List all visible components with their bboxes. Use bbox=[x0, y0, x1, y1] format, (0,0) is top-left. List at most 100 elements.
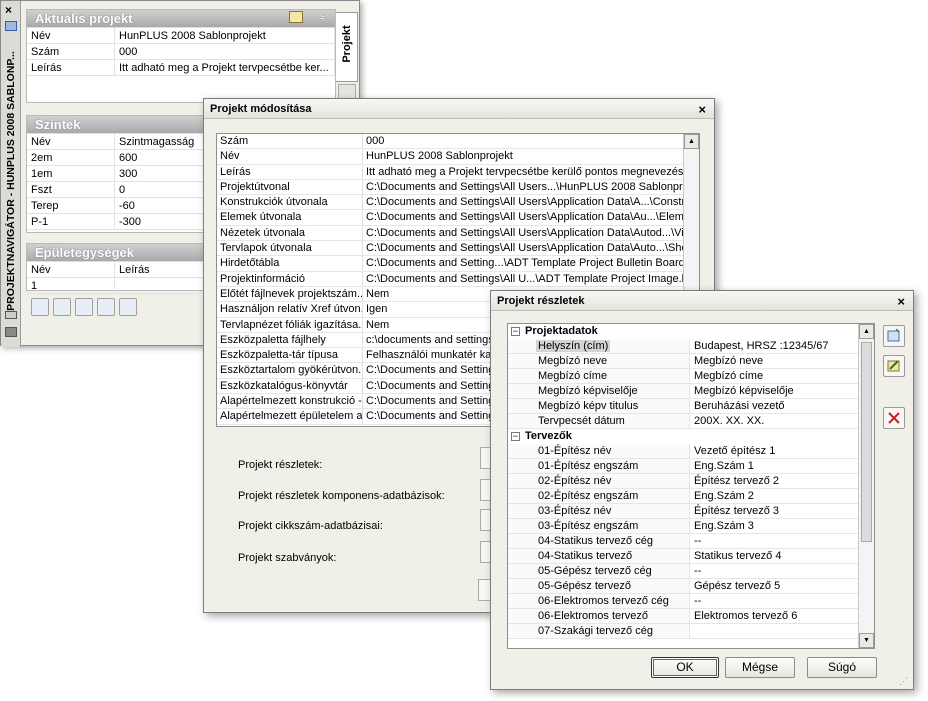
property-value[interactable]: 000 bbox=[363, 134, 699, 148]
scroll-thumb[interactable] bbox=[861, 342, 872, 542]
properties-icon[interactable] bbox=[5, 311, 17, 319]
detail-value[interactable]: Megbízó képviselője bbox=[690, 384, 858, 399]
detail-row[interactable]: 06-Elektromos tervező cég -- bbox=[508, 594, 858, 609]
property-value[interactable]: HunPLUS 2008 Sablonprojekt bbox=[363, 149, 699, 163]
detail-row[interactable]: Megbízó képviselője Megbízó képviselője bbox=[508, 384, 858, 399]
property-row[interactable]: Hirdetőtábla C:\Documents and Setting...\… bbox=[217, 256, 699, 272]
detail-row[interactable]: 07-Szakági tervező cég bbox=[508, 624, 858, 639]
detail-value[interactable]: Budapest, HRSZ :12345/67 bbox=[690, 339, 858, 354]
project-details-title[interactable]: Projekt részletek bbox=[491, 291, 913, 311]
details-scrollbar[interactable]: ▲ ▼ bbox=[858, 324, 874, 648]
detail-value[interactable]: Eng.Szám 3 bbox=[690, 519, 858, 534]
close-icon[interactable]: × bbox=[698, 102, 706, 117]
detail-value[interactable]: Beruházási vezető bbox=[690, 399, 858, 414]
detail-value[interactable]: 200X. XX. XX. bbox=[690, 414, 858, 429]
scroll-up-icon[interactable]: ▲ bbox=[859, 324, 874, 339]
detail-row[interactable]: 06-Elektromos tervező Elektromos tervező … bbox=[508, 609, 858, 624]
cancel-button[interactable]: Mégse bbox=[725, 657, 795, 678]
edit-project-icon[interactable] bbox=[289, 11, 303, 23]
detail-value[interactable]: Elektromos tervező 6 bbox=[690, 609, 858, 624]
current-value[interactable]: 000 bbox=[115, 44, 335, 60]
detail-value[interactable]: Építész tervező 2 bbox=[690, 474, 858, 489]
property-value[interactable]: C:\Documents and Settings\All Users\Appl… bbox=[363, 226, 699, 240]
autohide-icon[interactable] bbox=[5, 21, 17, 31]
current-value[interactable]: Itt adható meg a Projekt tervpecsétbe ke… bbox=[115, 60, 335, 76]
ok-button[interactable]: OK bbox=[651, 657, 719, 678]
detail-value[interactable]: -- bbox=[690, 564, 858, 579]
category-row[interactable]: − Tervezők bbox=[508, 429, 858, 444]
detail-value[interactable]: Megbízó címe bbox=[690, 369, 858, 384]
property-row[interactable]: Elemek útvonala C:\Documents and Settings… bbox=[217, 210, 699, 226]
scroll-up-icon[interactable]: ▲ bbox=[684, 134, 699, 149]
detail-value[interactable]: -- bbox=[690, 534, 858, 549]
property-row[interactable]: Nézetek útvonala C:\Documents and Setting… bbox=[217, 225, 699, 242]
detail-value[interactable] bbox=[690, 624, 858, 639]
resize-grip-icon[interactable]: ⋰ bbox=[899, 676, 909, 686]
property-value[interactable]: C:\Documents and Setting...\ADT Template… bbox=[363, 256, 699, 270]
detail-row[interactable]: 02-Építész név Építész tervező 2 bbox=[508, 474, 858, 489]
property-row[interactable]: Projektútvonal C:\Documents and Settings\… bbox=[217, 179, 699, 196]
detail-row[interactable]: 02-Építész engszám Eng.Szám 2 bbox=[508, 489, 858, 504]
property-value[interactable]: C:\Documents and Settings\All Users\Appl… bbox=[363, 195, 699, 209]
close-icon[interactable]: × bbox=[897, 294, 905, 309]
menu-icon[interactable] bbox=[5, 327, 17, 337]
property-value[interactable]: C:\Documents and Settings\All Users\Appl… bbox=[363, 241, 699, 255]
unit-name[interactable]: 1 bbox=[27, 278, 115, 294]
levels-col-name[interactable]: Név bbox=[27, 134, 115, 150]
detail-value[interactable]: Statikus tervező 4 bbox=[690, 549, 858, 564]
edit-property-icon[interactable] bbox=[883, 355, 905, 377]
detail-value[interactable]: -- bbox=[690, 594, 858, 609]
property-value[interactable]: Itt adható meg a Projekt tervpecsétbe ke… bbox=[363, 165, 699, 179]
detail-row[interactable]: 03-Építész név Építész tervező 3 bbox=[508, 504, 858, 519]
detail-row[interactable]: 01-Építész engszám Eng.Szám 1 bbox=[508, 459, 858, 474]
detail-value[interactable]: Építész tervező 3 bbox=[690, 504, 858, 519]
toolbar-button-2-icon[interactable] bbox=[53, 298, 71, 316]
palette-title-strip[interactable]: × PROJEKTNAVIGÁTOR - HUNPLUS 2008 SABLON… bbox=[1, 1, 21, 347]
detail-row[interactable]: 05-Gépész tervező cég -- bbox=[508, 564, 858, 579]
detail-value[interactable]: Megbízó neve bbox=[690, 354, 858, 369]
property-value[interactable]: C:\Documents and Settings\All Users...\H… bbox=[363, 180, 699, 194]
toolbar-button-4-icon[interactable] bbox=[97, 298, 115, 316]
toolbar-button-1-icon[interactable] bbox=[31, 298, 49, 316]
collapse-toggle-icon[interactable]: − bbox=[511, 432, 520, 441]
property-row[interactable]: Leírás Itt adható meg a Projekt tervpecsé… bbox=[217, 164, 699, 180]
detail-value[interactable]: Gépész tervező 5 bbox=[690, 579, 858, 594]
current-value[interactable]: HunPLUS 2008 Sablonprojekt bbox=[115, 28, 335, 44]
detail-value[interactable]: Eng.Szám 2 bbox=[690, 489, 858, 504]
detail-row[interactable]: 04-Statikus tervező Statikus tervező 4 bbox=[508, 549, 858, 564]
level-name[interactable]: Terep bbox=[27, 198, 115, 214]
detail-row[interactable]: Helyszín (cím) Budapest, HRSZ :12345/67 bbox=[508, 339, 858, 354]
level-name[interactable]: P-1 bbox=[27, 214, 115, 230]
level-name[interactable]: Fszt bbox=[27, 182, 115, 198]
detail-row[interactable]: Megbízó címe Megbízó címe bbox=[508, 369, 858, 384]
collapse-chevron-icon[interactable]: ≈ bbox=[319, 10, 325, 27]
property-row[interactable]: Konstrukciók útvonala C:\Documents and Se… bbox=[217, 195, 699, 211]
tab-projekt[interactable]: Projekt bbox=[336, 12, 358, 82]
level-name[interactable]: 2em bbox=[27, 150, 115, 166]
units-col-name[interactable]: Név bbox=[27, 262, 115, 278]
detail-row[interactable]: Megbízó neve Megbízó neve bbox=[508, 354, 858, 369]
level-name[interactable]: 1em bbox=[27, 166, 115, 182]
help-button[interactable]: Súgó bbox=[807, 657, 877, 678]
current-project-header[interactable]: Aktuális projekt ≈ bbox=[27, 10, 335, 27]
detail-value[interactable]: Vezető építész 1 bbox=[690, 444, 858, 459]
property-row[interactable]: Név HunPLUS 2008 Sablonprojekt bbox=[217, 149, 699, 165]
property-row[interactable]: Tervlapok útvonala C:\Documents and Setti… bbox=[217, 241, 699, 257]
property-value[interactable]: C:\Documents and Settings\All U...\ADT T… bbox=[363, 272, 699, 286]
toolbar-button-5-icon[interactable] bbox=[119, 298, 137, 316]
collapse-toggle-icon[interactable]: − bbox=[511, 327, 520, 336]
category-row[interactable]: − Projektadatok bbox=[508, 324, 858, 339]
project-modify-title[interactable]: Projekt módosítása bbox=[204, 99, 714, 119]
property-row[interactable]: Projektinformáció C:\Documents and Settin… bbox=[217, 271, 699, 287]
detail-row[interactable]: Megbízó képv titulus Beruházási vezető bbox=[508, 399, 858, 414]
property-value[interactable]: C:\Documents and Settings\All Users\Appl… bbox=[363, 210, 699, 224]
detail-row[interactable]: 01-Építész név Vezető építész 1 bbox=[508, 444, 858, 459]
detail-row[interactable]: Tervpecsét dátum 200X. XX. XX. bbox=[508, 414, 858, 429]
detail-row[interactable]: 04-Statikus tervező cég -- bbox=[508, 534, 858, 549]
property-row[interactable]: Szám 000 bbox=[217, 134, 699, 150]
scroll-down-icon[interactable]: ▼ bbox=[859, 633, 874, 648]
delete-property-icon[interactable] bbox=[883, 407, 905, 429]
detail-row[interactable]: 03-Építész engszám Eng.Szám 3 bbox=[508, 519, 858, 534]
detail-row[interactable]: 05-Gépész tervező Gépész tervező 5 bbox=[508, 579, 858, 594]
close-icon[interactable]: × bbox=[5, 3, 12, 17]
